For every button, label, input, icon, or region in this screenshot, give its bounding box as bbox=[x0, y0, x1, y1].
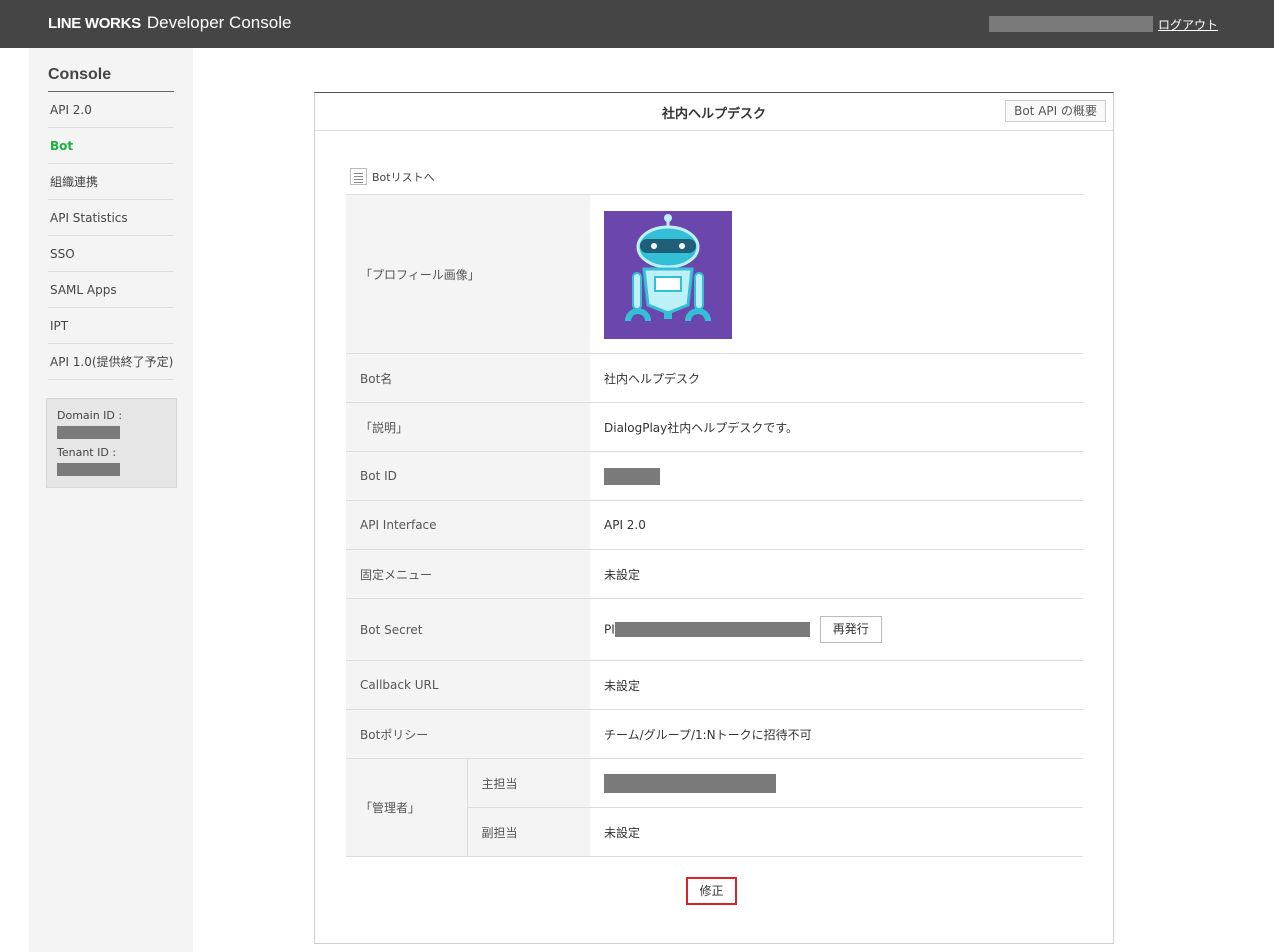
sidebar-nav: API 2.0 Bot 組織連携 API Statistics SSO SAML… bbox=[48, 92, 174, 380]
callback-url-value: 未設定 bbox=[590, 660, 1083, 710]
table-row: 固定メニュー 未設定 bbox=[346, 549, 1083, 599]
table-row: 「説明」 DialogPlay社内ヘルプデスクです。 bbox=[346, 402, 1083, 452]
bot-name-value: 社内ヘルプデスク bbox=[590, 353, 1083, 403]
sidebar: Console API 2.0 Bot 組織連携 API Statistics … bbox=[29, 48, 193, 952]
sidebar-item-sso[interactable]: SSO bbox=[48, 236, 174, 272]
admin-main-cell bbox=[590, 758, 1083, 808]
sidebar-item-saml-apps[interactable]: SAML Apps bbox=[48, 272, 174, 308]
top-header: LINE WORKS Developer Console ログアウト bbox=[0, 0, 1274, 48]
admin-label: 「管理者」 bbox=[346, 758, 467, 857]
redacted-admin-main bbox=[604, 773, 776, 793]
profile-image-cell bbox=[590, 194, 1083, 354]
logout-link[interactable]: ログアウト bbox=[1158, 16, 1218, 33]
sidebar-item-api-1[interactable]: API 1.0(提供終了予定) bbox=[48, 344, 174, 380]
fixed-menu-label: 固定メニュー bbox=[346, 549, 590, 599]
ids-box: Domain ID : Tenant ID : bbox=[46, 398, 177, 488]
sidebar-item-bot[interactable]: Bot bbox=[48, 128, 174, 164]
redacted-domain-id bbox=[57, 426, 120, 439]
table-row: Callback URL 未設定 bbox=[346, 660, 1083, 710]
bot-secret-cell: PI 再発行 bbox=[590, 598, 1083, 661]
table-row: Bot ID bbox=[346, 451, 1083, 501]
api-interface-label: API Interface bbox=[346, 500, 590, 550]
sidebar-item-api-2[interactable]: API 2.0 bbox=[48, 92, 174, 128]
bot-policy-value: チーム/グループ/1:Nトークに招待不可 bbox=[590, 709, 1083, 759]
sidebar-item-ipt[interactable]: IPT bbox=[48, 308, 174, 344]
bot-info-table: 「プロフィール画像」 Bot名 社内ヘルプデスク 「説明」 DialogPlay… bbox=[346, 194, 1083, 857]
table-row: API Interface API 2.0 bbox=[346, 500, 1083, 550]
edit-button[interactable]: 修正 bbox=[686, 877, 737, 905]
sidebar-item-org-sync[interactable]: 組織連携 bbox=[48, 164, 174, 200]
bot-name-label: Bot名 bbox=[346, 353, 590, 403]
table-row: 「プロフィール画像」 bbox=[346, 194, 1083, 354]
sidebar-item-api-statistics[interactable]: API Statistics bbox=[48, 200, 174, 236]
profile-image-label: 「プロフィール画像」 bbox=[346, 194, 590, 354]
bot-list-link-label: Botリストへ bbox=[372, 170, 435, 184]
domain-id-label: Domain ID : bbox=[57, 409, 123, 422]
bot-list-link[interactable]: Botリストへ bbox=[350, 168, 435, 185]
list-icon bbox=[350, 168, 367, 185]
table-row: Bot Secret PI 再発行 bbox=[346, 598, 1083, 661]
brand-logo[interactable]: LINE WORKS Developer Console bbox=[48, 13, 291, 33]
tenant-id-label: Tenant ID : bbox=[57, 446, 117, 459]
table-row: 「管理者」 主担当 bbox=[346, 758, 1083, 857]
admin-sub-label: 副担当 bbox=[466, 807, 590, 857]
callback-url-label: Callback URL bbox=[346, 660, 590, 710]
bot-api-overview-button[interactable]: Bot API の概要 bbox=[1005, 100, 1106, 122]
brand-name: LINE WORKS bbox=[48, 15, 141, 32]
table-row: Bot名 社内ヘルプデスク bbox=[346, 353, 1083, 403]
api-interface-value: API 2.0 bbox=[590, 500, 1083, 550]
bot-id-cell bbox=[590, 451, 1083, 501]
page-title: 社内ヘルプデスク bbox=[661, 107, 766, 122]
bot-policy-label: Botポリシー bbox=[346, 709, 590, 759]
sidebar-title: Console bbox=[48, 66, 174, 92]
admin-sub-value: 未設定 bbox=[590, 807, 1083, 857]
bot-id-label: Bot ID bbox=[346, 451, 590, 501]
panel-header: 社内ヘルプデスク Bot API の概要 bbox=[315, 93, 1113, 131]
bot-avatar-robot-icon bbox=[604, 210, 732, 339]
bot-detail-panel: 社内ヘルプデスク Bot API の概要 Botリストへ 「プロフィール画像」 bbox=[314, 92, 1114, 944]
description-label: 「説明」 bbox=[346, 402, 590, 452]
redacted-bot-id bbox=[604, 467, 660, 485]
bot-secret-label: Bot Secret bbox=[346, 598, 590, 661]
admin-main-label: 主担当 bbox=[466, 758, 590, 808]
table-row: Botポリシー チーム/グループ/1:Nトークに招待不可 bbox=[346, 709, 1083, 759]
redacted-user-name bbox=[989, 16, 1153, 32]
fixed-menu-value: 未設定 bbox=[590, 549, 1083, 599]
redacted-bot-secret bbox=[614, 622, 810, 637]
reissue-button[interactable]: 再発行 bbox=[819, 616, 882, 643]
brand-subtitle: Developer Console bbox=[146, 13, 292, 32]
redacted-tenant-id bbox=[57, 463, 120, 476]
description-value: DialogPlay社内ヘルプデスクです。 bbox=[590, 402, 1083, 452]
bot-secret-prefix: PI bbox=[604, 622, 615, 637]
